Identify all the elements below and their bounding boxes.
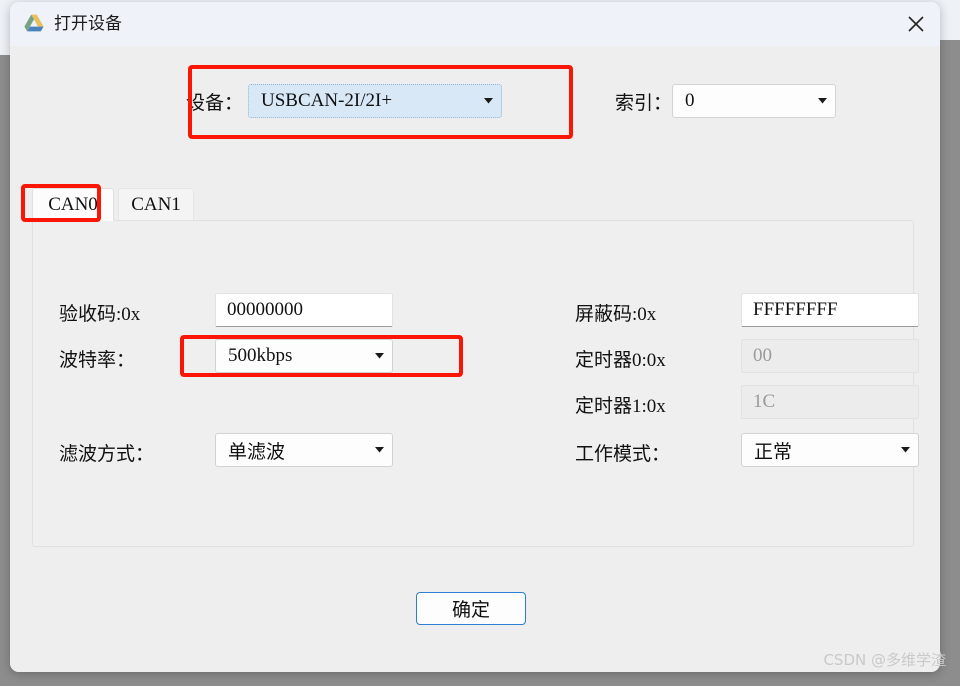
- timer1-value: 1C: [753, 391, 776, 412]
- dialog-titlebar[interactable]: 打开设备: [10, 2, 940, 46]
- timer0-input: 00: [741, 339, 919, 373]
- baudrate-select[interactable]: 500kbps: [215, 339, 393, 373]
- baudrate-value: 500kbps: [228, 345, 293, 366]
- baudrate-label: 波特率：: [59, 350, 136, 371]
- acceptance-code-value: 00000000: [227, 299, 303, 320]
- index-select-value: 0: [685, 90, 695, 111]
- chevron-down-icon: [892, 447, 918, 453]
- dialog-title: 打开设备: [54, 14, 122, 34]
- chevron-down-icon: [809, 98, 835, 104]
- close-icon[interactable]: [892, 2, 940, 46]
- timer0-value: 00: [753, 345, 772, 366]
- tab-can0-label: CAN0: [48, 193, 98, 215]
- can0-tab-panel: 验收码:0x 00000000 波特率： 500kbps 滤波方式： 单滤波 屏…: [32, 220, 919, 547]
- device-label: 设备：: [186, 93, 244, 114]
- drive-triangle-icon: [22, 12, 46, 36]
- parent-window-right-edge: [938, 0, 960, 40]
- work-mode-select[interactable]: 正常: [741, 433, 919, 467]
- timer1-input: 1C: [741, 385, 919, 419]
- mask-code-input[interactable]: FFFFFFFF: [741, 293, 919, 327]
- filter-mode-label: 滤波方式：: [59, 444, 155, 465]
- can-tabstrip: CAN0 CAN1: [32, 188, 912, 221]
- confirm-button[interactable]: 确定: [416, 592, 526, 625]
- device-select-value: USBCAN-2I/2I+: [261, 90, 393, 111]
- device-select[interactable]: USBCAN-2I/2I+: [248, 84, 502, 118]
- work-mode-label: 工作模式：: [575, 444, 671, 465]
- confirm-button-label: 确定: [451, 600, 490, 621]
- csdn-watermark: CSDN @多维学渣: [823, 651, 946, 669]
- chevron-down-icon: [475, 98, 501, 104]
- index-label: 索引：: [615, 93, 673, 114]
- tab-can1[interactable]: CAN1: [118, 188, 194, 221]
- filter-mode-value: 单滤波: [228, 441, 286, 463]
- chevron-down-icon: [366, 447, 392, 453]
- mask-code-label: 屏蔽码:0x: [575, 304, 657, 325]
- index-select[interactable]: 0: [672, 84, 836, 118]
- tab-can0[interactable]: CAN0: [32, 188, 114, 221]
- open-device-dialog: 打开设备 设备： USBCAN-2I/2I+ 索引： 0 CAN0 CAN1 验…: [10, 2, 940, 672]
- timer0-label: 定时器0:0x: [575, 350, 666, 371]
- dialog-body: 设备： USBCAN-2I/2I+ 索引： 0 CAN0 CAN1 验收码:0x…: [10, 46, 940, 672]
- parent-window-left-edge: [0, 0, 10, 55]
- mask-code-value: FFFFFFFF: [753, 299, 838, 320]
- work-mode-value: 正常: [754, 441, 793, 463]
- tab-can1-label: CAN1: [131, 193, 181, 215]
- acceptance-code-input[interactable]: 00000000: [215, 293, 393, 327]
- chevron-down-icon: [366, 353, 392, 359]
- timer1-label: 定时器1:0x: [575, 396, 666, 417]
- acceptance-code-label: 验收码:0x: [59, 304, 141, 325]
- filter-mode-select[interactable]: 单滤波: [215, 433, 393, 467]
